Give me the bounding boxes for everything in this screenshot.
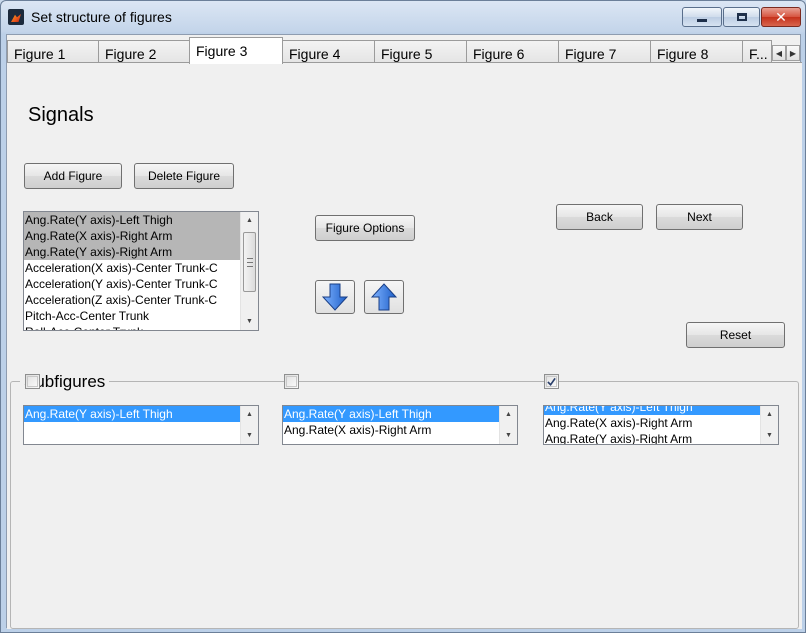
tab-label: Figure 8 bbox=[657, 46, 709, 62]
tab-figure-7[interactable]: Figure 7 bbox=[558, 40, 651, 63]
tab-figure-1[interactable]: Figure 1 bbox=[7, 40, 99, 63]
subfigure-1-listbox[interactable]: Ang.Rate(Y axis)-Left Thigh ▲ ▼ bbox=[23, 405, 259, 445]
minimize-icon bbox=[697, 18, 707, 22]
list-item[interactable]: Ang.Rate(Y axis)-Left Thigh bbox=[24, 212, 240, 228]
checkbox-box bbox=[546, 376, 557, 387]
tab-scroll-right[interactable]: ▶ bbox=[786, 45, 800, 61]
subfigure-1-list: Ang.Rate(Y axis)-Left Thigh bbox=[24, 406, 240, 444]
scroll-thumb[interactable] bbox=[243, 232, 256, 292]
subfigure-3-listbox[interactable]: Ang.Rate(Y axis)-Left Thigh Ang.Rate(X ax… bbox=[543, 405, 779, 445]
scroll-down-icon[interactable]: ▼ bbox=[500, 427, 517, 444]
scroll-down-icon[interactable]: ▼ bbox=[761, 427, 778, 444]
client-area: Figure 1 Figure 2 Figure 3 Figure 4 Figu… bbox=[6, 34, 802, 629]
scroll-down-icon[interactable]: ▼ bbox=[241, 427, 258, 444]
subfigure-1-scrollbar[interactable]: ▲ ▼ bbox=[240, 406, 258, 444]
signals-list: Ang.Rate(Y axis)-Left Thigh Ang.Rate(X ax… bbox=[24, 212, 240, 330]
tab-label: Figure 3 bbox=[196, 43, 248, 59]
list-item[interactable]: Ang.Rate(Y axis)-Left Thigh bbox=[283, 406, 499, 422]
chevron-left-icon: ◀ bbox=[775, 48, 783, 58]
scroll-down-icon[interactable]: ▼ bbox=[241, 313, 258, 330]
subfigure-3-scrollbar[interactable]: ▲ ▼ bbox=[760, 406, 778, 444]
tab-strip: Figure 1 Figure 2 Figure 3 Figure 4 Figu… bbox=[7, 37, 802, 64]
scroll-up-icon[interactable]: ▲ bbox=[241, 406, 258, 423]
scroll-up-icon[interactable]: ▲ bbox=[500, 406, 517, 423]
reset-button[interactable]: Reset bbox=[686, 322, 785, 348]
list-item[interactable]: Acceleration(X axis)-Center Trunk-C bbox=[24, 260, 240, 276]
title-bar[interactable]: Set structure of figures ✕ bbox=[1, 1, 805, 34]
back-button[interactable]: Back bbox=[556, 204, 643, 230]
tab-figure-6[interactable]: Figure 6 bbox=[466, 40, 559, 63]
delete-figure-button[interactable]: Delete Figure bbox=[134, 163, 234, 189]
list-item[interactable]: Ang.Rate(Y axis)-Right Arm bbox=[544, 431, 760, 444]
list-item[interactable]: Acceleration(Y axis)-Center Trunk-C bbox=[24, 276, 240, 292]
tab-figure-5[interactable]: Figure 5 bbox=[374, 40, 467, 63]
tab-figure-3[interactable]: Figure 3 bbox=[189, 37, 283, 64]
subfigure-3-checkbox[interactable] bbox=[544, 374, 559, 389]
tab-label: Figure 2 bbox=[105, 46, 157, 62]
tab-label: F... bbox=[749, 46, 768, 62]
tab-label: Figure 1 bbox=[14, 46, 66, 62]
maximize-button[interactable] bbox=[723, 7, 760, 27]
figure-options-button[interactable]: Figure Options bbox=[315, 215, 415, 241]
subfigure-2-listbox[interactable]: Ang.Rate(Y axis)-Left Thigh Ang.Rate(X ax… bbox=[282, 405, 518, 445]
list-item[interactable]: Ang.Rate(Y axis)-Left Thigh bbox=[544, 406, 760, 415]
arrow-up-icon bbox=[371, 283, 397, 311]
add-figure-button[interactable]: Add Figure bbox=[24, 163, 122, 189]
main-window: Set structure of figures ✕ Figure 1 Figu… bbox=[0, 0, 806, 633]
list-item[interactable]: Ang.Rate(X axis)-Right Arm bbox=[283, 422, 499, 438]
scroll-up-icon[interactable]: ▲ bbox=[241, 212, 258, 229]
close-button[interactable]: ✕ bbox=[761, 7, 801, 27]
tab-label: Figure 7 bbox=[565, 46, 617, 62]
list-item[interactable]: Ang.Rate(Y axis)-Left Thigh bbox=[24, 406, 240, 422]
list-item[interactable]: Ang.Rate(X axis)-Right Arm bbox=[544, 415, 760, 431]
move-down-button[interactable] bbox=[315, 280, 355, 314]
window-title: Set structure of figures bbox=[31, 9, 172, 25]
subfigure-2-list: Ang.Rate(Y axis)-Left Thigh Ang.Rate(X ax… bbox=[283, 406, 499, 444]
close-icon: ✕ bbox=[775, 8, 787, 25]
tab-figure-2[interactable]: Figure 2 bbox=[98, 40, 190, 63]
scroll-up-icon[interactable]: ▲ bbox=[761, 406, 778, 423]
subfigure-1-checkbox[interactable] bbox=[25, 374, 40, 389]
list-item[interactable]: Roll-Acc-Center Trunk bbox=[24, 324, 240, 330]
signals-listbox[interactable]: Ang.Rate(Y axis)-Left Thigh Ang.Rate(X ax… bbox=[23, 211, 259, 331]
signals-heading: Signals bbox=[28, 104, 94, 126]
minimize-button[interactable] bbox=[682, 7, 722, 27]
tab-figure-more[interactable]: F... bbox=[742, 40, 772, 63]
tab-label: Figure 6 bbox=[473, 46, 525, 62]
maximize-icon bbox=[736, 13, 747, 21]
arrow-down-icon bbox=[322, 283, 348, 311]
checkbox-box bbox=[286, 376, 297, 387]
subfigure-3-list: Ang.Rate(Y axis)-Left Thigh Ang.Rate(X ax… bbox=[544, 406, 760, 444]
matlab-icon bbox=[8, 9, 24, 25]
list-item[interactable]: Ang.Rate(X axis)-Right Arm bbox=[24, 228, 240, 244]
move-up-button[interactable] bbox=[364, 280, 404, 314]
tab-scroll-left[interactable]: ◀ bbox=[772, 45, 786, 61]
checkbox-box bbox=[27, 376, 38, 387]
tab-label: Figure 5 bbox=[381, 46, 433, 62]
tab-figure-4[interactable]: Figure 4 bbox=[282, 40, 375, 63]
subfigure-2-scrollbar[interactable]: ▲ ▼ bbox=[499, 406, 517, 444]
signals-scrollbar[interactable]: ▲ ▼ bbox=[240, 212, 258, 330]
tab-panel: Signals Add Figure Delete Figure Ang.Rat… bbox=[7, 62, 802, 629]
chevron-right-icon: ▶ bbox=[789, 48, 797, 58]
tab-figure-8[interactable]: Figure 8 bbox=[650, 40, 743, 63]
list-item[interactable]: Pitch-Acc-Center Trunk bbox=[24, 308, 240, 324]
subfigure-2-checkbox[interactable] bbox=[284, 374, 299, 389]
checkmark-icon bbox=[547, 377, 556, 386]
next-button[interactable]: Next bbox=[656, 204, 743, 230]
list-item[interactable]: Acceleration(Z axis)-Center Trunk-C bbox=[24, 292, 240, 308]
tab-label: Figure 4 bbox=[289, 46, 341, 62]
list-item[interactable]: Ang.Rate(Y axis)-Right Arm bbox=[24, 244, 240, 260]
